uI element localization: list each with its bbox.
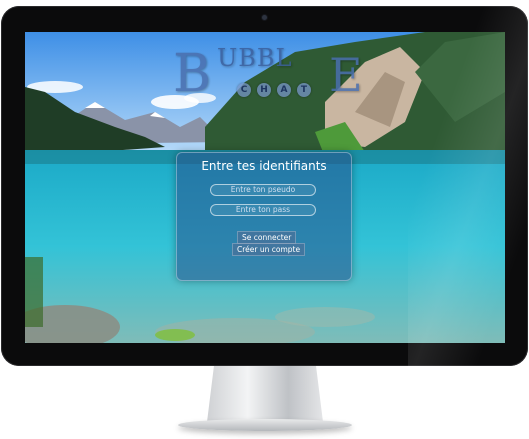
desktop-monitor-mockup: B UBBL E C H A T Entre tes identifiants …	[0, 0, 529, 439]
logo-letter-e: E	[329, 48, 363, 102]
login-title: Entre tes identifiants	[201, 159, 327, 173]
logo-bubble-c: C	[237, 83, 251, 97]
pseudo-input[interactable]	[210, 184, 316, 196]
logo-bubble-t: T	[297, 83, 311, 97]
logo-bubble-a: A	[277, 83, 291, 97]
bubble-chat-logo: B UBBL E C H A T	[25, 32, 505, 112]
logo-chat-bubbles: C H A T	[237, 83, 311, 97]
monitor-stand-base	[178, 419, 352, 431]
logo-bubble-h: H	[257, 83, 271, 97]
logo-letter-b: B	[173, 44, 212, 104]
logo-letters-ubbl: UBBL	[217, 44, 293, 72]
password-input[interactable]	[210, 204, 316, 216]
login-screen: B UBBL E C H A T Entre tes identifiants …	[25, 32, 505, 343]
monitor-bezel: B UBBL E C H A T Entre tes identifiants …	[1, 6, 528, 366]
login-panel: Entre tes identifiants Se connecter Crée…	[176, 152, 352, 281]
monitor-stand-neck	[207, 366, 323, 422]
create-account-button[interactable]: Créer un compte	[232, 243, 306, 256]
webcam-icon	[262, 15, 267, 20]
